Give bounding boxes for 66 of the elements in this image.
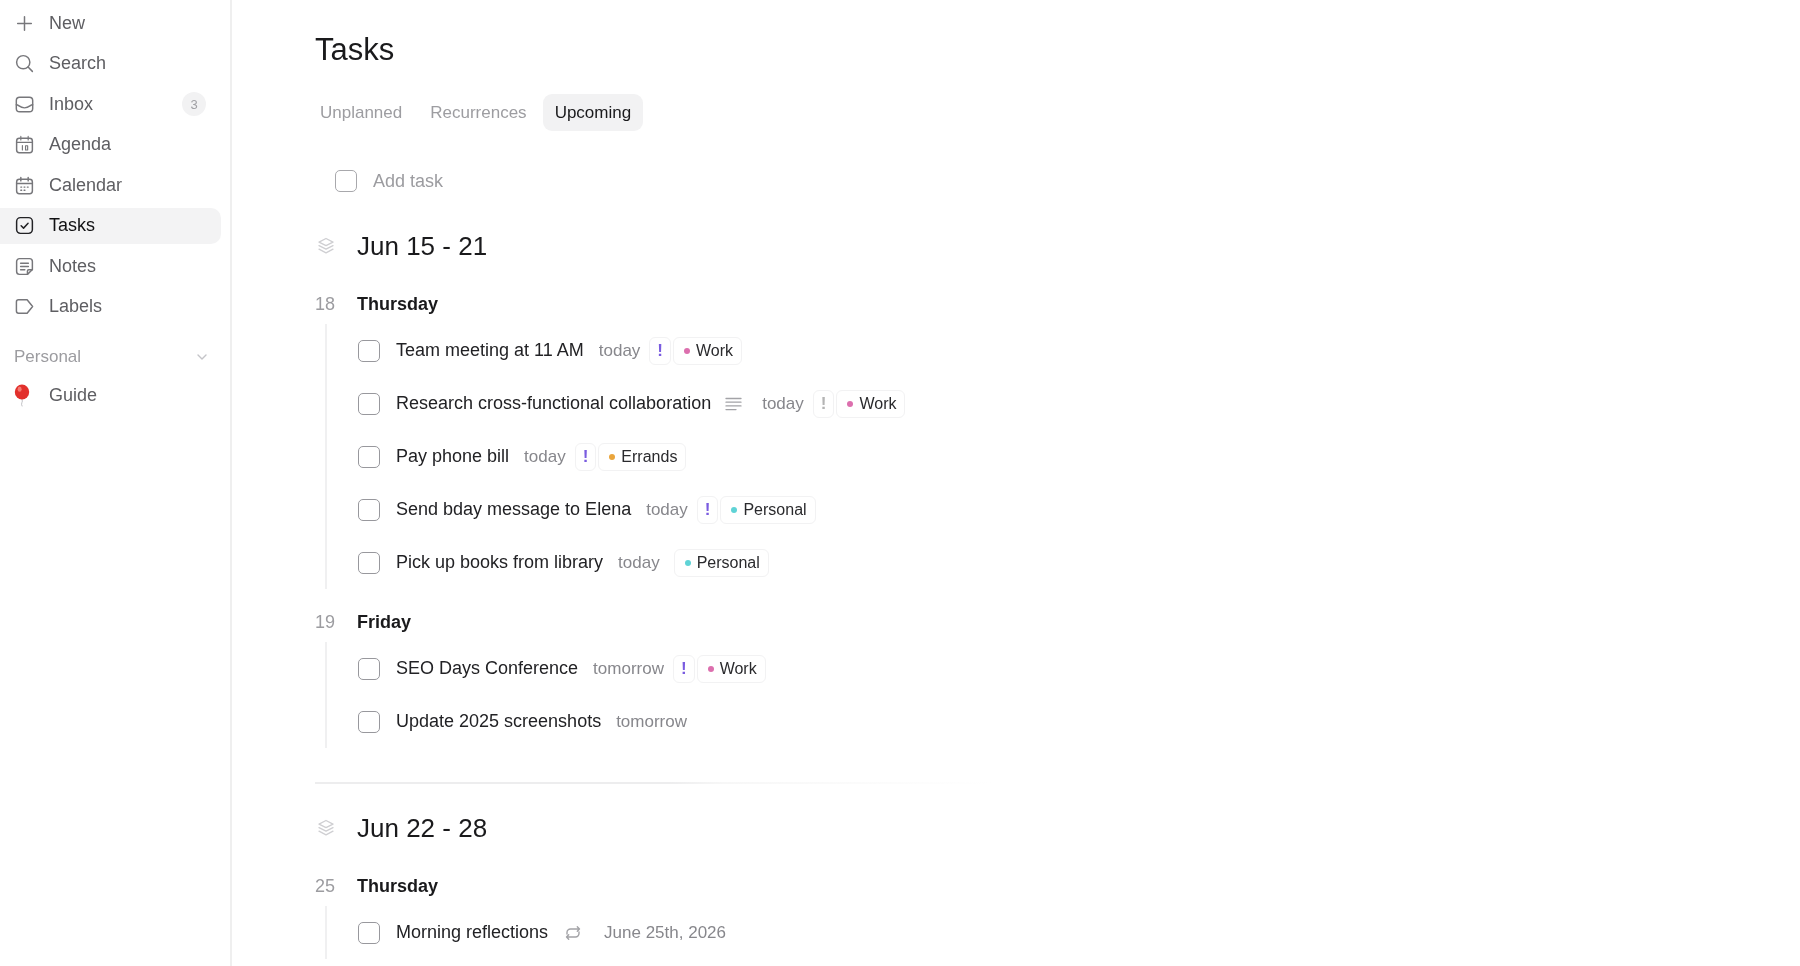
task-label: Work bbox=[859, 394, 897, 413]
priority-flag: ! bbox=[696, 495, 719, 524]
task-due-date: today bbox=[598, 340, 641, 361]
sidebar-item[interactable]: Notes bbox=[0, 248, 221, 285]
stack-icon bbox=[317, 819, 335, 837]
day-number: 18 bbox=[315, 293, 337, 315]
sidebar-item[interactable]: Tasks bbox=[0, 207, 221, 244]
task-checkbox[interactable] bbox=[358, 445, 380, 468]
task-title: Morning reflections bbox=[396, 922, 549, 943]
task-checkbox[interactable] bbox=[358, 339, 380, 362]
search-icon bbox=[14, 53, 35, 75]
day-number: 19 bbox=[315, 611, 337, 633]
sidebar-item[interactable]: Labels bbox=[0, 288, 221, 325]
stack-icon bbox=[317, 237, 335, 255]
task-label: Errands bbox=[621, 447, 678, 466]
calendar-icon bbox=[14, 174, 35, 196]
sidebar-item[interactable]: Agenda bbox=[0, 126, 221, 163]
tab[interactable]: Upcoming bbox=[542, 94, 644, 131]
checkbox-icon bbox=[335, 170, 357, 192]
calendar-icon bbox=[14, 134, 35, 156]
task-checkbox[interactable] bbox=[358, 392, 380, 415]
day-number: 25 bbox=[315, 875, 337, 897]
sidebar-item[interactable]: New bbox=[0, 5, 221, 42]
task-title: Update 2025 screenshots bbox=[396, 711, 602, 732]
unread-count: 3 bbox=[182, 92, 206, 117]
task-title: Research cross-functional collaboration bbox=[396, 393, 712, 414]
task-due-date: today bbox=[524, 446, 566, 467]
week-heading: Jun 15 - 21 bbox=[357, 230, 488, 262]
task-checkbox[interactable] bbox=[358, 710, 380, 733]
task-checkbox[interactable] bbox=[358, 921, 380, 944]
task-due-date: tomorrow bbox=[616, 711, 687, 732]
task-title: Pay phone bill bbox=[396, 446, 510, 467]
priority-flag: ! bbox=[812, 389, 835, 418]
task-due-date: today bbox=[646, 499, 688, 520]
task-label: Work bbox=[719, 659, 757, 678]
task-checkbox[interactable] bbox=[358, 498, 380, 521]
task-title: Team meeting at 11 AM bbox=[396, 340, 584, 361]
sidebar-item[interactable]: Search bbox=[0, 45, 221, 82]
task-checkbox[interactable] bbox=[358, 551, 380, 574]
task-due-date: today bbox=[762, 393, 804, 414]
task-checkbox[interactable] bbox=[358, 657, 380, 680]
sidebar-item[interactable]: Calendar bbox=[0, 167, 221, 204]
day-name: Friday bbox=[357, 611, 412, 633]
page-title: Tasks bbox=[315, 31, 396, 69]
task-label: Personal bbox=[696, 553, 760, 572]
note-icon bbox=[14, 255, 35, 277]
task-title: Send bday message to Elena bbox=[396, 499, 632, 520]
sidebar-item[interactable]: Guide bbox=[0, 377, 221, 414]
task-title: Pick up books from library bbox=[396, 552, 604, 573]
task-due-date: tomorrow bbox=[593, 658, 664, 679]
task-due-date: June 25th, 2026 bbox=[604, 922, 727, 943]
balloon-icon bbox=[14, 383, 32, 407]
inbox-icon bbox=[14, 93, 35, 115]
task-due-date: today bbox=[618, 552, 660, 573]
priority-flag: ! bbox=[649, 336, 672, 365]
sidebar-item[interactable]: Inbox 3 bbox=[0, 86, 221, 123]
day-name: Thursday bbox=[357, 875, 439, 897]
week-heading: Jun 22 - 28 bbox=[357, 812, 488, 844]
add-task-field[interactable]: Add task bbox=[373, 170, 693, 192]
task-title: SEO Days Conference bbox=[396, 658, 579, 679]
task-label: Work bbox=[696, 341, 734, 360]
priority-flag: ! bbox=[672, 654, 695, 683]
priority-flag: ! bbox=[574, 442, 597, 471]
day-name: Thursday bbox=[357, 293, 439, 315]
checkbox-icon bbox=[14, 215, 35, 237]
task-label: Personal bbox=[743, 500, 807, 519]
